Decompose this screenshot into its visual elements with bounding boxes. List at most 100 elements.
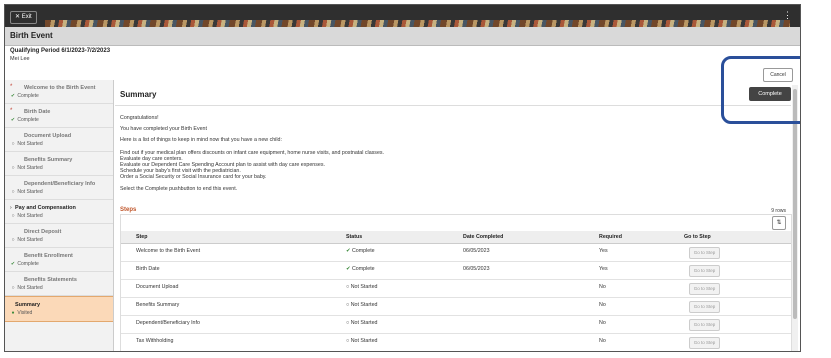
required-marker: * <box>10 84 13 90</box>
sidebar-item-dependent-info[interactable]: Dependent/Beneficiary Info ○ Not Started <box>5 176 113 200</box>
sidebar-item-benefits-summary[interactable]: Benefits Summary ○ Not Started <box>5 152 113 176</box>
sidebar-item-direct-deposit[interactable]: Direct Deposit ○ Not Started <box>5 224 113 248</box>
circle-icon: ○ <box>346 338 350 344</box>
column-header[interactable]: Status <box>346 234 362 240</box>
sidebar-item-document-upload[interactable]: Document Upload ○ Not Started <box>5 128 113 152</box>
title-bar: Birth Event <box>5 27 800 46</box>
app-frame: ✕ Exit ⋮ Birth Event Qualifying Period 6… <box>4 4 801 352</box>
sidebar-item-label: Summary <box>15 302 41 308</box>
summary-line: Here is a list of things to keep in mind… <box>120 137 282 143</box>
sidebar-item-status: ✔ Complete <box>10 93 39 99</box>
banner-pattern <box>45 20 790 27</box>
sidebar-item-status: ○ Not Started <box>11 165 43 171</box>
step-cell: Birth Date <box>136 266 160 272</box>
sidebar-item-status: ○ Not Started <box>11 213 43 219</box>
sidebar-item-label: Benefit Enrollment <box>24 253 73 259</box>
circle-icon: ○ <box>346 302 350 308</box>
column-header[interactable]: Step <box>136 234 147 240</box>
sidebar-item-label: Pay and Compensation <box>15 205 76 211</box>
sidebar-item-benefit-enrollment[interactable]: Benefit Enrollment ✔ Complete <box>5 248 113 272</box>
visited-dot-icon: ● <box>11 310 15 316</box>
status-cell: ○ Not Started <box>346 338 378 344</box>
exit-label: Exit <box>21 14 32 20</box>
kebab-icon[interactable]: ⋮ <box>783 11 792 20</box>
exit-button[interactable]: ✕ Exit <box>10 11 37 24</box>
step-cell: Benefits Summary <box>136 302 180 308</box>
sidebar-item-welcome[interactable]: * Welcome to the Birth Event ✔ Complete <box>5 80 113 104</box>
sidebar-item-label: Birth Date <box>24 109 51 115</box>
go-to-step-button[interactable]: Go to Step <box>689 337 720 349</box>
table-row: Document Upload ○ Not Started No Go to S… <box>121 280 791 298</box>
sidebar-item-label: Document Upload <box>24 133 72 139</box>
status-cell: ✔ Complete <box>346 266 375 272</box>
section-heading: Summary <box>120 90 157 99</box>
step-cell: Dependent/Beneficiary Info <box>136 320 200 326</box>
sidebar-item-label: Direct Deposit <box>24 229 62 235</box>
column-header[interactable]: Required <box>599 234 622 240</box>
person-name: Mei Lee <box>10 56 30 62</box>
table-row: Tax Withholding ○ Not Started No Go to S… <box>121 334 791 351</box>
sidebar-item-status: ○ Not Started <box>11 189 43 195</box>
check-icon: ✔ <box>346 266 351 272</box>
required-cell: No <box>599 284 606 290</box>
status-cell: ✔ Complete <box>346 248 375 254</box>
column-header[interactable]: Date Completed <box>463 234 503 240</box>
step-cell: Tax Withholding <box>136 338 174 344</box>
sidebar-item-benefits-statements[interactable]: Benefits Statements ○ Not Started <box>5 272 113 296</box>
steps-table: Step Status Date Completed Required Go t… <box>120 214 792 351</box>
sidebar-item-birth-date[interactable]: * Birth Date ✔ Complete <box>5 104 113 128</box>
sidebar-item-summary[interactable]: Summary ● Visited <box>5 296 113 322</box>
sidebar-item-status: ○ Not Started <box>11 141 43 147</box>
circle-icon: ○ <box>11 189 15 195</box>
table-row: Welcome to the Birth Event ✔ Complete 06… <box>121 244 791 262</box>
vertical-scrollbar[interactable] <box>792 85 798 351</box>
table-row: Dependent/Beneficiary Info ○ Not Started… <box>121 316 791 334</box>
divider <box>115 105 791 106</box>
required-cell: No <box>599 302 606 308</box>
sidebar-item-label: Dependent/Beneficiary Info <box>24 181 96 187</box>
table-header: Step Status Date Completed Required Go t… <box>121 231 791 244</box>
check-icon: ✔ <box>346 248 351 254</box>
step-cell: Welcome to the Birth Event <box>136 248 201 254</box>
close-icon: ✕ <box>15 14 21 20</box>
table-row: Birth Date ✔ Complete 06/05/2023 Yes Go … <box>121 262 791 280</box>
sort-icon[interactable]: ⇅ <box>772 216 786 230</box>
required-cell: Yes <box>599 248 608 254</box>
qualifying-period: Qualifying Period 6/1/2023-7/2/2023 <box>10 48 111 54</box>
sidebar-item-status: ○ Not Started <box>11 285 43 291</box>
column-header: Go to Step <box>684 234 711 240</box>
caret-right-icon: › <box>10 205 12 211</box>
highlight-annotation <box>721 56 800 124</box>
go-to-step-button[interactable]: Go to Step <box>689 265 720 277</box>
required-cell: No <box>599 338 606 344</box>
steps-sidebar: * Welcome to the Birth Event ✔ Complete … <box>5 80 114 351</box>
go-to-step-button[interactable]: Go to Step <box>689 319 720 331</box>
sidebar-item-label: Benefits Summary <box>24 157 73 163</box>
circle-icon: ○ <box>346 320 350 326</box>
go-to-step-button[interactable]: Go to Step <box>689 247 720 259</box>
check-icon: ✔ <box>10 261 16 267</box>
required-cell: Yes <box>599 266 608 272</box>
summary-line: Select the Complete pushbutton to end th… <box>120 186 238 192</box>
main-content: Summary Congratulations! You have comple… <box>115 80 792 351</box>
status-cell: ○ Not Started <box>346 320 378 326</box>
step-cell: Document Upload <box>136 284 179 290</box>
sidebar-item-status: ○ Not Started <box>11 237 43 243</box>
summary-line: You have completed your Birth Event <box>120 126 207 132</box>
sidebar-item-label: Benefits Statements <box>24 277 77 283</box>
sidebar-item-status: ✔ Complete <box>10 117 39 123</box>
required-marker: * <box>10 108 13 114</box>
sidebar-item-status: ✔ Complete <box>10 261 39 267</box>
circle-icon: ○ <box>11 165 15 171</box>
summary-line: Order a Social Security or Social Insura… <box>120 174 267 180</box>
sidebar-item-status: ● Visited <box>11 310 33 316</box>
circle-icon: ○ <box>346 284 350 290</box>
go-to-step-button[interactable]: Go to Step <box>689 301 720 313</box>
date-cell: 06/05/2023 <box>463 248 490 254</box>
top-banner: ✕ Exit ⋮ <box>5 5 800 27</box>
go-to-step-button[interactable]: Go to Step <box>689 283 720 295</box>
page-title: Birth Event <box>10 31 53 40</box>
sidebar-item-pay-compensation[interactable]: › Pay and Compensation ○ Not Started <box>5 200 113 224</box>
table-row: Benefits Summary ○ Not Started No Go to … <box>121 298 791 316</box>
check-icon: ✔ <box>10 93 16 99</box>
